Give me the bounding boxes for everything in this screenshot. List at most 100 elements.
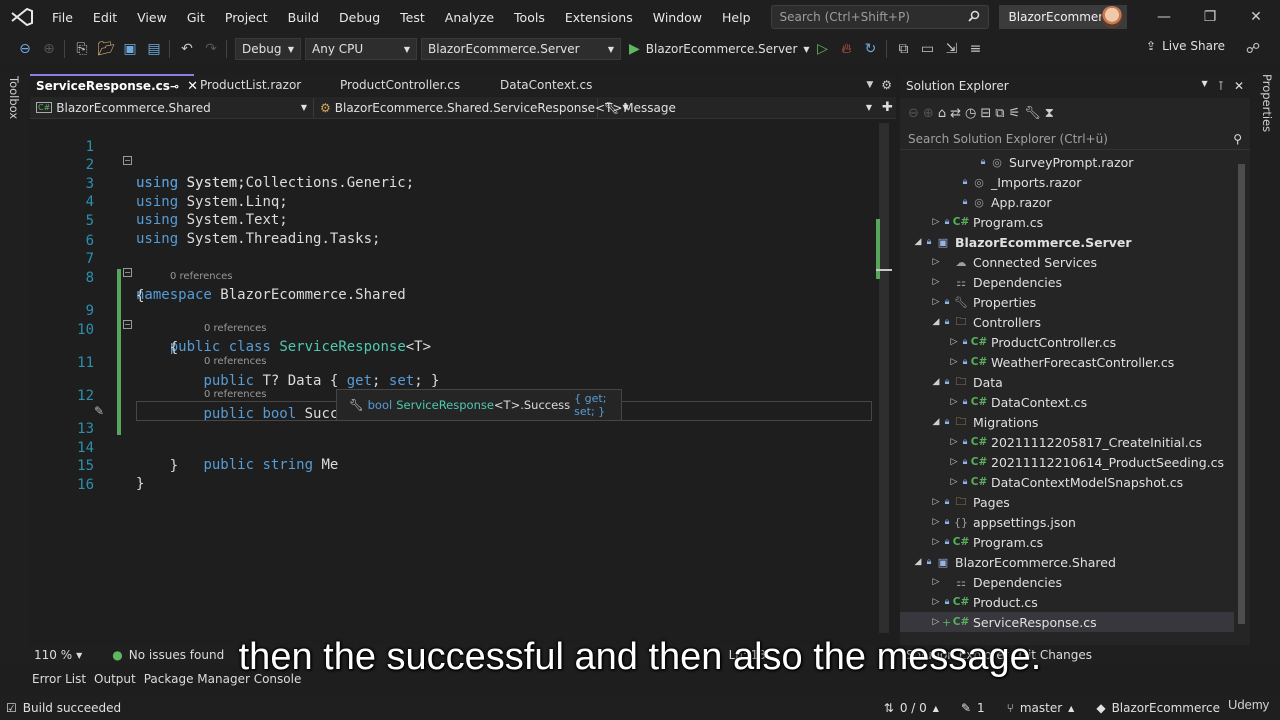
tab-package-manager-console[interactable]: Package Manager Console	[140, 672, 306, 686]
menu-view[interactable]: View	[127, 10, 177, 25]
restore-icon[interactable]: ❐	[1198, 6, 1222, 28]
tree-item[interactable]: ▷ 🔒︎ C# Product.cs	[900, 592, 1234, 612]
tree-item[interactable]: ▷ 🔒︎ 🔧︎ Properties	[900, 292, 1234, 312]
pin-icon[interactable]: ⊺	[1218, 79, 1224, 93]
collapsed-arrow-icon[interactable]: ▷	[930, 597, 942, 607]
menu-help[interactable]: Help	[712, 10, 761, 25]
solution-explorer-search-input[interactable]: Search Solution Explorer (Ctrl+ü) ⚲	[900, 128, 1250, 150]
properties-strip[interactable]: Properties	[1252, 72, 1280, 664]
menu-debug[interactable]: Debug	[329, 10, 390, 25]
codelens-references[interactable]: 0 references	[204, 388, 267, 402]
collapsed-arrow-icon[interactable]: ▷	[930, 617, 942, 627]
branch-name[interactable]: master	[1020, 701, 1062, 715]
collapsed-arrow-icon[interactable]: ▷	[948, 337, 960, 347]
tab-git-changes[interactable]: Git Changes	[1019, 648, 1092, 662]
undo-icon[interactable]: ↶	[176, 38, 198, 60]
editor-scrollbar[interactable]	[876, 119, 892, 645]
tree-item[interactable]: ▷ 🔒︎ C# Program.cs	[900, 532, 1234, 552]
tree-item[interactable]: ◢ 🔒︎ 🗀 Migrations	[900, 412, 1234, 432]
navigate-forward-icon[interactable]: ⊕	[38, 38, 60, 60]
show-all-files-icon[interactable]: ⧉	[995, 106, 1004, 121]
codelens-references[interactable]: 0 references	[204, 322, 267, 336]
save-all-icon[interactable]: ▤	[143, 38, 165, 60]
collapsed-arrow-icon[interactable]: ▷	[930, 497, 942, 507]
menu-git[interactable]: Git	[177, 10, 215, 25]
tab-service-response[interactable]: ServiceResponse.cs ⊸ ✕	[30, 74, 198, 96]
expanded-arrow-icon[interactable]: ◢	[930, 377, 942, 387]
type-navigation-select[interactable]: ⚙ BlazorEcommerce.Shared.ServiceResponse…	[314, 97, 629, 118]
codelens-references[interactable]: 0 references	[204, 355, 267, 369]
collapsed-arrow-icon[interactable]: ▷	[948, 397, 960, 407]
expanded-arrow-icon[interactable]: ◢	[930, 317, 942, 327]
collapse-icon[interactable]: −	[123, 320, 132, 329]
cursor-position[interactable]: Ln: 13	[729, 648, 766, 662]
split-editor-icon[interactable]: ✚	[882, 100, 893, 115]
scroll-thumb[interactable]	[879, 123, 889, 633]
toolbox-strip[interactable]: Toolbox	[0, 72, 28, 664]
changes-count[interactable]: 0 / 0	[900, 701, 927, 715]
project-navigation-select[interactable]: C# BlazorEcommerce.Shared ▼	[30, 97, 314, 118]
tab-solution-explorer[interactable]: Solution Explorer	[906, 648, 1009, 662]
collapsed-arrow-icon[interactable]: ▷	[930, 297, 942, 307]
close-icon[interactable]: ✕	[1244, 6, 1268, 28]
chevron-down-icon[interactable]: ▼	[1202, 79, 1208, 93]
browser-link-icon[interactable]: ⧉	[893, 38, 915, 60]
tree-item[interactable]: ▷ 🔒︎ C# Program.cs	[900, 212, 1234, 232]
collapsed-arrow-icon[interactable]: ▷	[930, 257, 942, 267]
collapsed-arrow-icon[interactable]: ▷	[948, 477, 960, 487]
switch-views-icon[interactable]: ⇄	[950, 106, 961, 121]
tab-product-controller[interactable]: ProductController.cs	[334, 74, 494, 96]
tab-data-context[interactable]: DataContext.cs	[494, 74, 624, 96]
start-without-debugging-icon[interactable]: ▷	[812, 38, 834, 60]
member-navigation-select[interactable]: 🔧︎ Message ▼	[598, 98, 878, 118]
back-icon[interactable]: ⊖	[908, 106, 919, 121]
code-editor[interactable]: 1 − using System; 2 using System.Collect…	[30, 119, 876, 645]
collapsed-arrow-icon[interactable]: ▷	[930, 217, 942, 227]
window-layout-icon[interactable]: ▭	[917, 38, 939, 60]
preview-icon[interactable]: ⧗	[1045, 106, 1054, 121]
collapse-all-icon[interactable]: ⊟	[980, 106, 991, 121]
navigate-back-icon[interactable]: ⊖	[14, 38, 36, 60]
tab-list-dropdown-icon[interactable]: ▼	[866, 80, 873, 90]
collapsed-arrow-icon[interactable]: ▷	[930, 277, 942, 287]
close-icon[interactable]: ✕	[1234, 79, 1244, 93]
tab-output[interactable]: Output	[90, 672, 140, 686]
codelens-references[interactable]: 0 references	[170, 270, 233, 284]
pin-icon[interactable]: ⊸	[170, 80, 179, 93]
startup-project-select[interactable]: BlazorEcommerce.Server ▼	[421, 38, 621, 60]
tree-item[interactable]: ▷ ⚏ Dependencies	[900, 572, 1234, 592]
menu-analyze[interactable]: Analyze	[435, 10, 504, 25]
pending-changes-icon[interactable]: ◷	[965, 106, 976, 121]
scroll-thumb[interactable]	[1238, 164, 1245, 624]
sync-icon[interactable]: ⚟	[1009, 106, 1021, 121]
tree-item[interactable]: 🔒︎ ◎ App.razor	[900, 192, 1234, 212]
collapsed-arrow-icon[interactable]: ▷	[930, 537, 942, 547]
feedback-icon[interactable]: ☍	[1242, 38, 1264, 60]
configuration-select[interactable]: Debug ▼	[235, 38, 301, 60]
start-debugging-button[interactable]: ▶ BlazorEcommerce.Server ▼	[629, 41, 810, 57]
issues-status[interactable]: No issues found	[129, 648, 224, 662]
save-icon[interactable]: ▣	[119, 38, 141, 60]
properties-icon[interactable]: 🔧︎	[1024, 106, 1041, 121]
collapsed-arrow-icon[interactable]: ▷	[930, 517, 942, 527]
tree-item[interactable]: ▷ 🔒︎ C# DataContext.cs	[900, 392, 1234, 412]
tab-product-list[interactable]: ProductList.razor	[194, 74, 334, 96]
menu-build[interactable]: Build	[278, 10, 329, 25]
solution-explorer-scrollbar[interactable]	[1234, 152, 1248, 642]
pending-count[interactable]: 1	[977, 701, 985, 715]
menu-edit[interactable]: Edit	[83, 10, 127, 25]
hot-reload-icon[interactable]: 🔥︎	[836, 38, 858, 60]
tree-item[interactable]: ▷ ⚏ Dependencies	[900, 272, 1234, 292]
forward-icon[interactable]: ⊕	[923, 106, 934, 121]
expanded-arrow-icon[interactable]: ◢	[912, 237, 924, 247]
tree-item[interactable]: ▷ 🔒︎ C# DataContextModelSnapshot.cs	[900, 472, 1234, 492]
quick-actions-icon[interactable]: ✎	[94, 402, 104, 420]
tree-item[interactable]: ▷ + C# ServiceResponse.cs	[900, 612, 1234, 632]
minimize-icon[interactable]: —	[1152, 6, 1176, 28]
menu-file[interactable]: File	[42, 10, 83, 25]
tree-item[interactable]: ▷ 🔒︎ 🗀 Pages	[900, 492, 1234, 512]
open-folder-icon[interactable]: 📂︎	[95, 38, 117, 60]
redo-icon[interactable]: ↷	[200, 38, 222, 60]
tree-item[interactable]: 🔒︎ ◎ SurveyPrompt.razor	[900, 152, 1234, 172]
tab-error-list[interactable]: Error List	[28, 672, 90, 686]
